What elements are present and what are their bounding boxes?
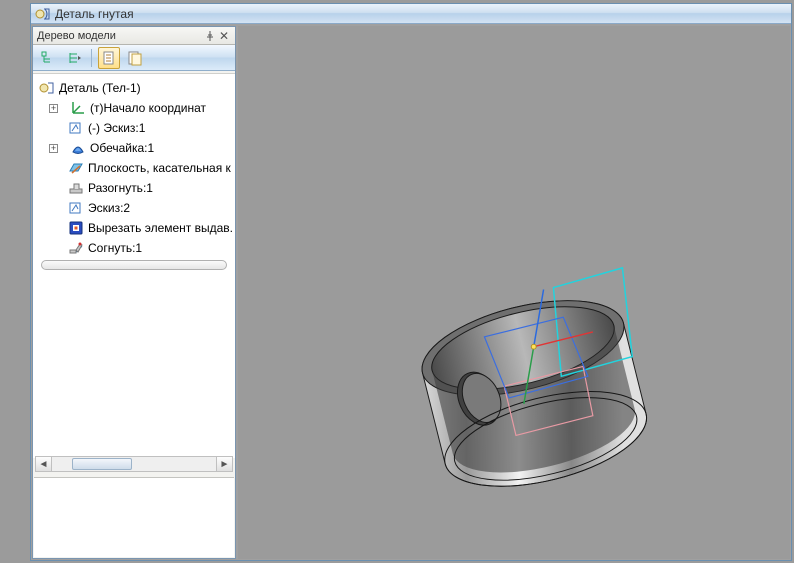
pin-icon[interactable]: [203, 29, 217, 43]
shell-icon: [70, 140, 86, 156]
tree-item[interactable]: (-) Эскиз:1: [35, 118, 233, 138]
tree-item[interactable]: + Обечайка:1: [35, 138, 233, 158]
tree-item-label: Плоскость, касательная к: [88, 161, 231, 175]
horizontal-scrollbar[interactable]: ◄ ►: [35, 456, 233, 472]
tree-item-label: Обечайка:1: [90, 141, 154, 155]
tree-item[interactable]: Согнуть:1: [35, 238, 233, 258]
properties-pane: [34, 477, 234, 557]
tree-root[interactable]: Деталь (Тел-1): [35, 78, 233, 98]
content-area: Дерево модели ✕: [32, 26, 790, 559]
tree-item[interactable]: + (т)Начало координат: [35, 98, 233, 118]
sketch-icon: [68, 120, 84, 136]
3d-scene: [238, 26, 790, 559]
cut-extrude-icon: [68, 220, 84, 236]
scroll-thumb[interactable]: [72, 458, 132, 470]
tree-item-label: Вырезать элемент выдав.: [88, 221, 233, 235]
model-tree[interactable]: Деталь (Тел-1) + (т)Начало координат: [33, 73, 235, 458]
tree-item-label: Эскиз:2: [88, 201, 130, 215]
panel-title: Дерево модели: [37, 30, 203, 42]
tree-item[interactable]: Эскиз:2: [35, 198, 233, 218]
part-icon: [35, 6, 51, 22]
tree-item-label: (-) Эскиз:1: [88, 121, 145, 135]
model-tree-panel: Дерево модели ✕: [32, 26, 236, 559]
app-window: Деталь гнутая Дерево модели ✕: [30, 3, 792, 561]
tree-item[interactable]: Разогнуть:1: [35, 178, 233, 198]
window-title: Деталь гнутая: [55, 7, 134, 21]
part-icon: [39, 80, 55, 96]
tree-end-indicator: [41, 260, 227, 270]
toolbar-btn-1[interactable]: [37, 47, 59, 69]
panel-header[interactable]: Дерево модели ✕: [33, 27, 235, 45]
tree-item-label: Разогнуть:1: [88, 181, 153, 195]
origin-icon: [70, 100, 86, 116]
toolbar-btn-3[interactable]: [98, 47, 120, 69]
tree-toolbar: [33, 45, 235, 71]
toolbar-separator: [91, 49, 92, 67]
tree-item[interactable]: Вырезать элемент выдав.: [35, 218, 233, 238]
close-icon[interactable]: ✕: [217, 29, 231, 43]
scroll-left-arrow[interactable]: ◄: [36, 457, 52, 471]
unfold-icon: [68, 180, 84, 196]
toolbar-btn-2[interactable]: [63, 47, 85, 69]
plane-icon: [68, 160, 84, 176]
tree-item[interactable]: Плоскость, касательная к: [35, 158, 233, 178]
expand-icon[interactable]: +: [49, 144, 58, 153]
scroll-right-arrow[interactable]: ►: [216, 457, 232, 471]
tree-root-label: Деталь (Тел-1): [59, 81, 141, 95]
3d-viewport[interactable]: [238, 26, 790, 559]
sketch-icon: [68, 200, 84, 216]
scroll-track[interactable]: [52, 457, 216, 471]
tree-item-label: (т)Начало координат: [90, 101, 206, 115]
title-bar[interactable]: Деталь гнутая: [31, 4, 791, 24]
tree-item-label: Согнуть:1: [88, 241, 142, 255]
expand-icon[interactable]: +: [49, 104, 58, 113]
toolbar-btn-4[interactable]: [124, 47, 146, 69]
fold-icon: [68, 240, 84, 256]
